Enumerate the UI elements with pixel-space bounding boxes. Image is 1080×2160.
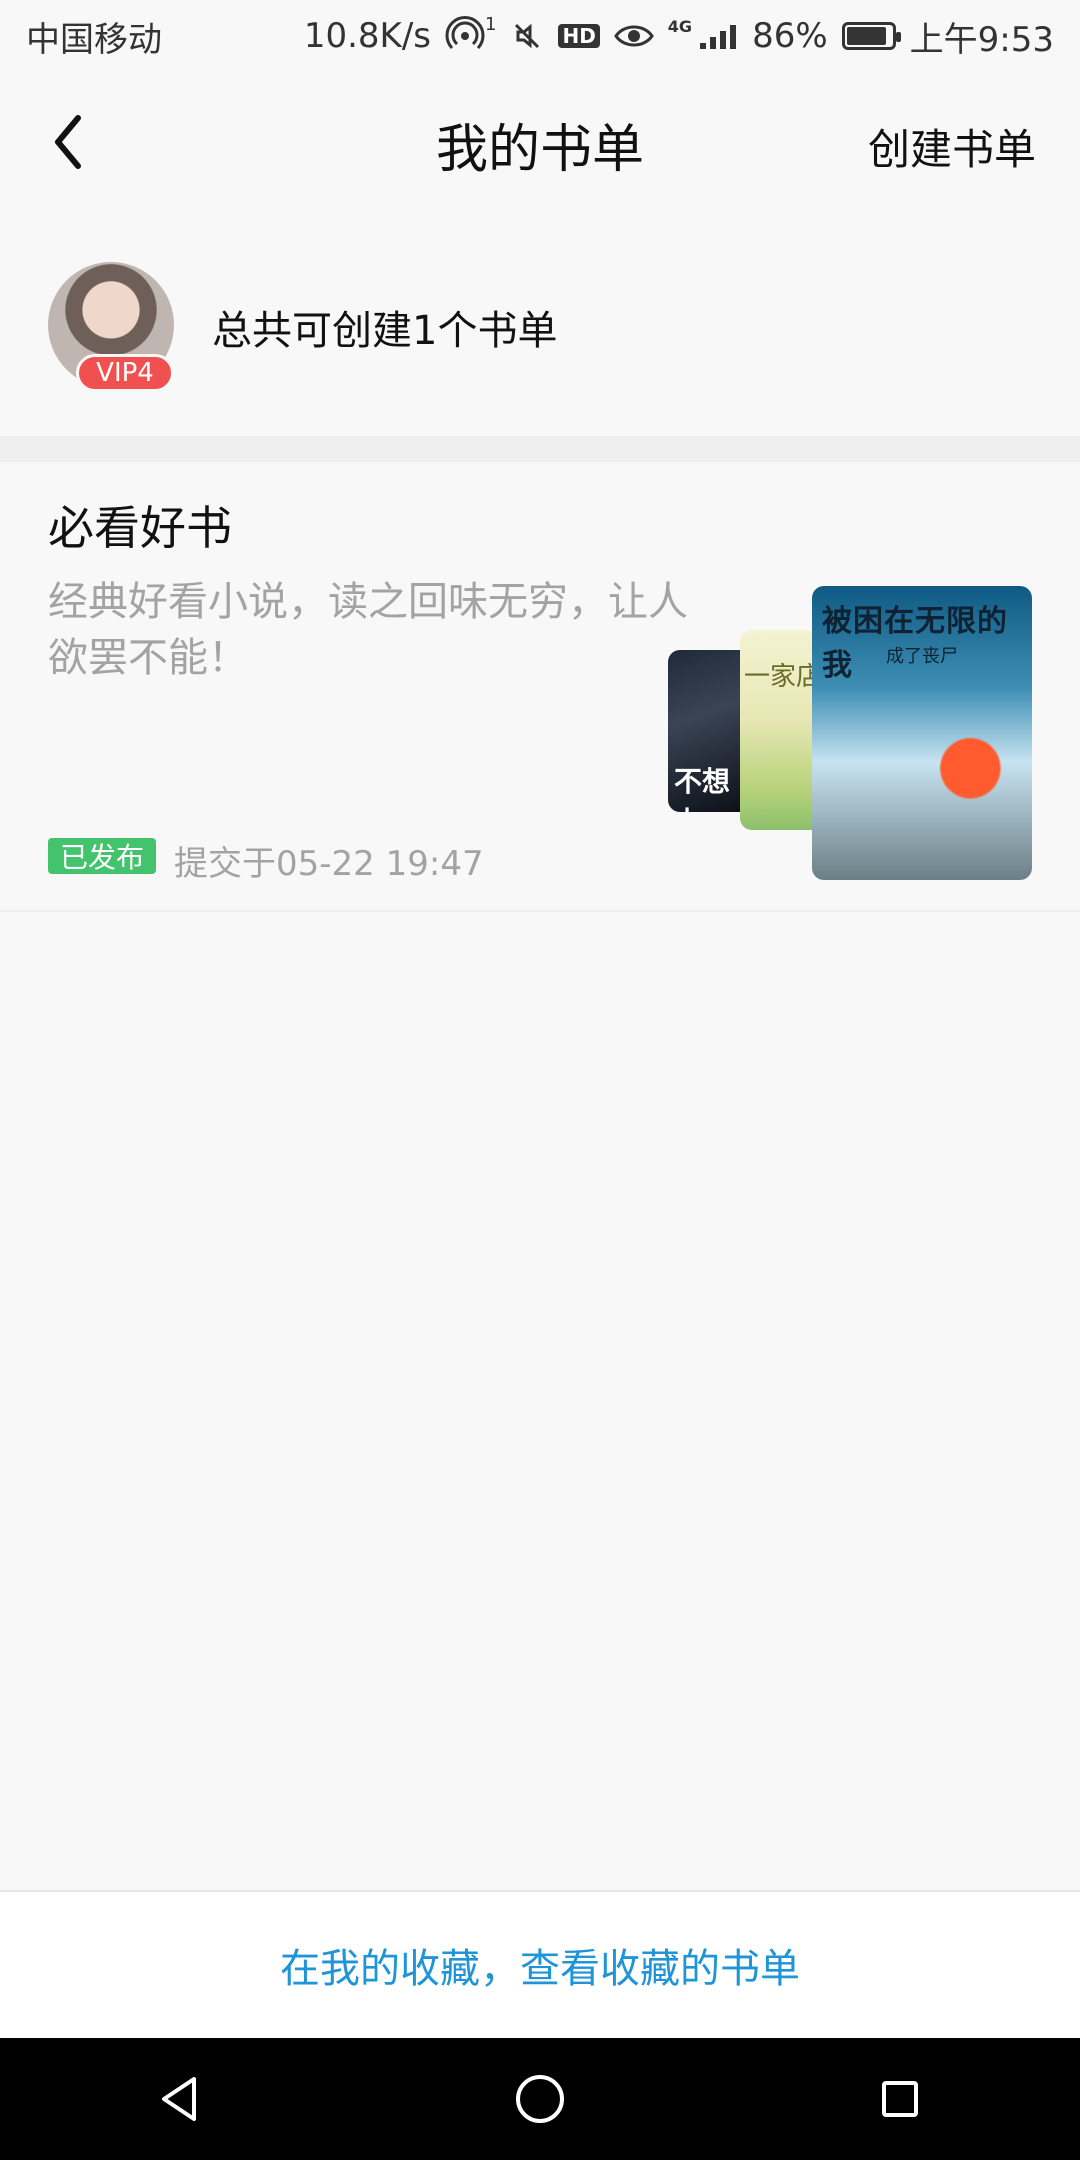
view-collected-booklists-link[interactable]: 在我的收藏，查看收藏的书单 bbox=[0, 1890, 1080, 2038]
signal-icon: 4G bbox=[668, 17, 738, 51]
book-cover-3-subtitle: 成了丧尸 bbox=[886, 646, 958, 667]
chevron-left-icon bbox=[48, 112, 88, 176]
user-summary: VIP4 总共可创建1个书单 bbox=[0, 216, 1080, 436]
book-cover-3: 被困在无限的我 成了丧尸 bbox=[812, 586, 1032, 880]
back-triangle-icon[interactable] bbox=[135, 2054, 225, 2144]
carrier-label: 中国移动 bbox=[26, 19, 162, 60]
battery-percent: 86% bbox=[752, 16, 828, 56]
recents-square-icon[interactable] bbox=[855, 2054, 945, 2144]
battery-fill bbox=[846, 27, 887, 45]
status-bar: 中国移动 10.8K/s 1 HD 4G 86% 上午9:53 bbox=[0, 0, 1080, 72]
hotspot-icon: 1 bbox=[445, 13, 497, 56]
system-nav-bar bbox=[0, 2038, 1080, 2160]
page-title: 我的书单 bbox=[435, 119, 644, 180]
submitted-time: 提交于05-22 19:47 bbox=[174, 844, 484, 884]
network-type: 4G bbox=[667, 16, 693, 36]
booklist-quota-text: 总共可创建1个书单 bbox=[212, 308, 558, 354]
time-label: 上午9:53 bbox=[909, 19, 1054, 60]
hd-badge: HD bbox=[558, 24, 600, 48]
create-booklist-button[interactable]: 创建书单 bbox=[868, 116, 1036, 177]
booklist-card[interactable]: 必看好书 经典好看小说，读之回味无穷，让人欲罢不能！ 不想上 一家店 被困在无限… bbox=[0, 462, 1080, 912]
network-speed: 10.8K/s bbox=[303, 16, 431, 56]
status-right: 10.8K/s 1 HD 4G 86% 上午9:53 bbox=[304, 12, 1054, 61]
back-button[interactable] bbox=[38, 108, 98, 180]
booklist-description: 经典好看小说，读之回味无穷，让人欲罢不能！ bbox=[48, 579, 688, 681]
vip-badge: VIP4 bbox=[76, 354, 174, 392]
home-circle-icon[interactable] bbox=[495, 2054, 585, 2144]
booklist-title: 必看好书 bbox=[48, 501, 232, 555]
hotspot-count: 1 bbox=[485, 13, 497, 35]
status-left: 中国移动 bbox=[26, 12, 162, 61]
section-divider bbox=[0, 436, 1080, 462]
book-cover-3-title: 被困在无限的我 bbox=[822, 604, 1008, 683]
mute-icon bbox=[510, 19, 544, 53]
header-bar: 我的书单 创建书单 bbox=[0, 72, 1080, 216]
eye-icon bbox=[613, 22, 654, 50]
battery-icon bbox=[841, 22, 901, 50]
published-badge: 已发布 bbox=[48, 838, 157, 874]
